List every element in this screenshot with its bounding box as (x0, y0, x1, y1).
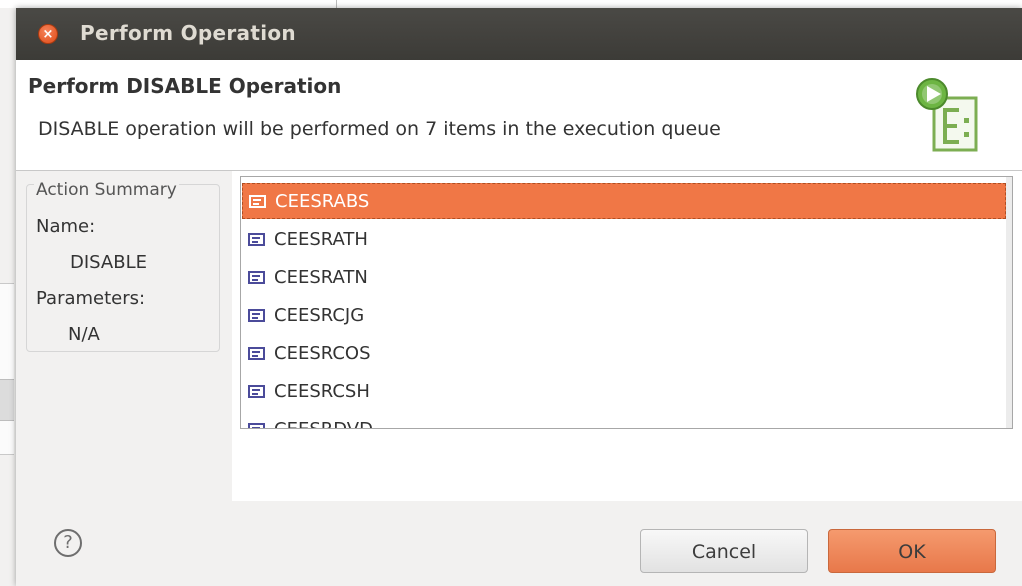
list-item[interactable]: CEESRCJG (242, 297, 1006, 333)
list-item-label: CEESRABS (275, 190, 370, 212)
name-label: Name: (36, 216, 96, 237)
list-item-label: CEESRCSH (274, 380, 370, 402)
list-item-label: CEESRATH (274, 228, 368, 250)
list-item[interactable]: CEESRCOS (242, 335, 1006, 371)
list-item[interactable]: CEESRATH (242, 221, 1006, 257)
ok-button[interactable]: OK (828, 529, 996, 573)
program-icon (248, 346, 265, 360)
list-item-label: CEESRDVD (274, 418, 373, 429)
background-tab[interactable] (0, 379, 14, 421)
program-icon (249, 194, 266, 208)
program-icon (248, 384, 265, 398)
button-bar: ? Cancel OK (16, 501, 1022, 586)
perform-operation-dialog: × Perform Operation Perform DISABLE Oper… (16, 8, 1022, 586)
list-item-label: CEESRATN (274, 266, 368, 288)
window-title: Perform Operation (80, 21, 296, 45)
parameters-label: Parameters: (36, 288, 146, 309)
list-scrollbar[interactable] (1006, 177, 1012, 428)
wizard-header: Perform DISABLE Operation DISABLE operat… (16, 60, 1022, 170)
close-icon[interactable]: × (38, 24, 58, 44)
program-icon (248, 232, 265, 246)
list-item[interactable]: CEESRABS (242, 183, 1006, 219)
list-item[interactable]: CEESRDVD (242, 411, 1006, 429)
list-item[interactable]: CEESRCSH (242, 373, 1006, 409)
program-icon (248, 422, 265, 428)
page-title: Perform DISABLE Operation (28, 74, 342, 98)
list-item[interactable]: CEESRATN (242, 259, 1006, 295)
cancel-button[interactable]: Cancel (640, 529, 808, 573)
list-item-label: CEESRCOS (274, 342, 371, 364)
wizard-run-icon (916, 78, 978, 152)
background-area-top (0, 0, 1022, 8)
title-bar: × Perform Operation (16, 8, 1022, 60)
background-panel (0, 283, 14, 455)
page-description: DISABLE operation will be performed on 7… (38, 118, 721, 140)
parameters-value: N/A (68, 324, 100, 345)
help-icon[interactable]: ? (54, 529, 82, 557)
program-icon (248, 270, 265, 284)
name-value: DISABLE (70, 252, 147, 273)
execution-queue-list[interactable]: CEESRABS CEESRATH CEESRATN CEESRCJG CEESRCOS… (240, 176, 1013, 429)
action-summary-legend: Action Summary (34, 180, 179, 200)
list-item-label: CEESRCJG (274, 304, 365, 326)
program-icon (248, 308, 265, 322)
